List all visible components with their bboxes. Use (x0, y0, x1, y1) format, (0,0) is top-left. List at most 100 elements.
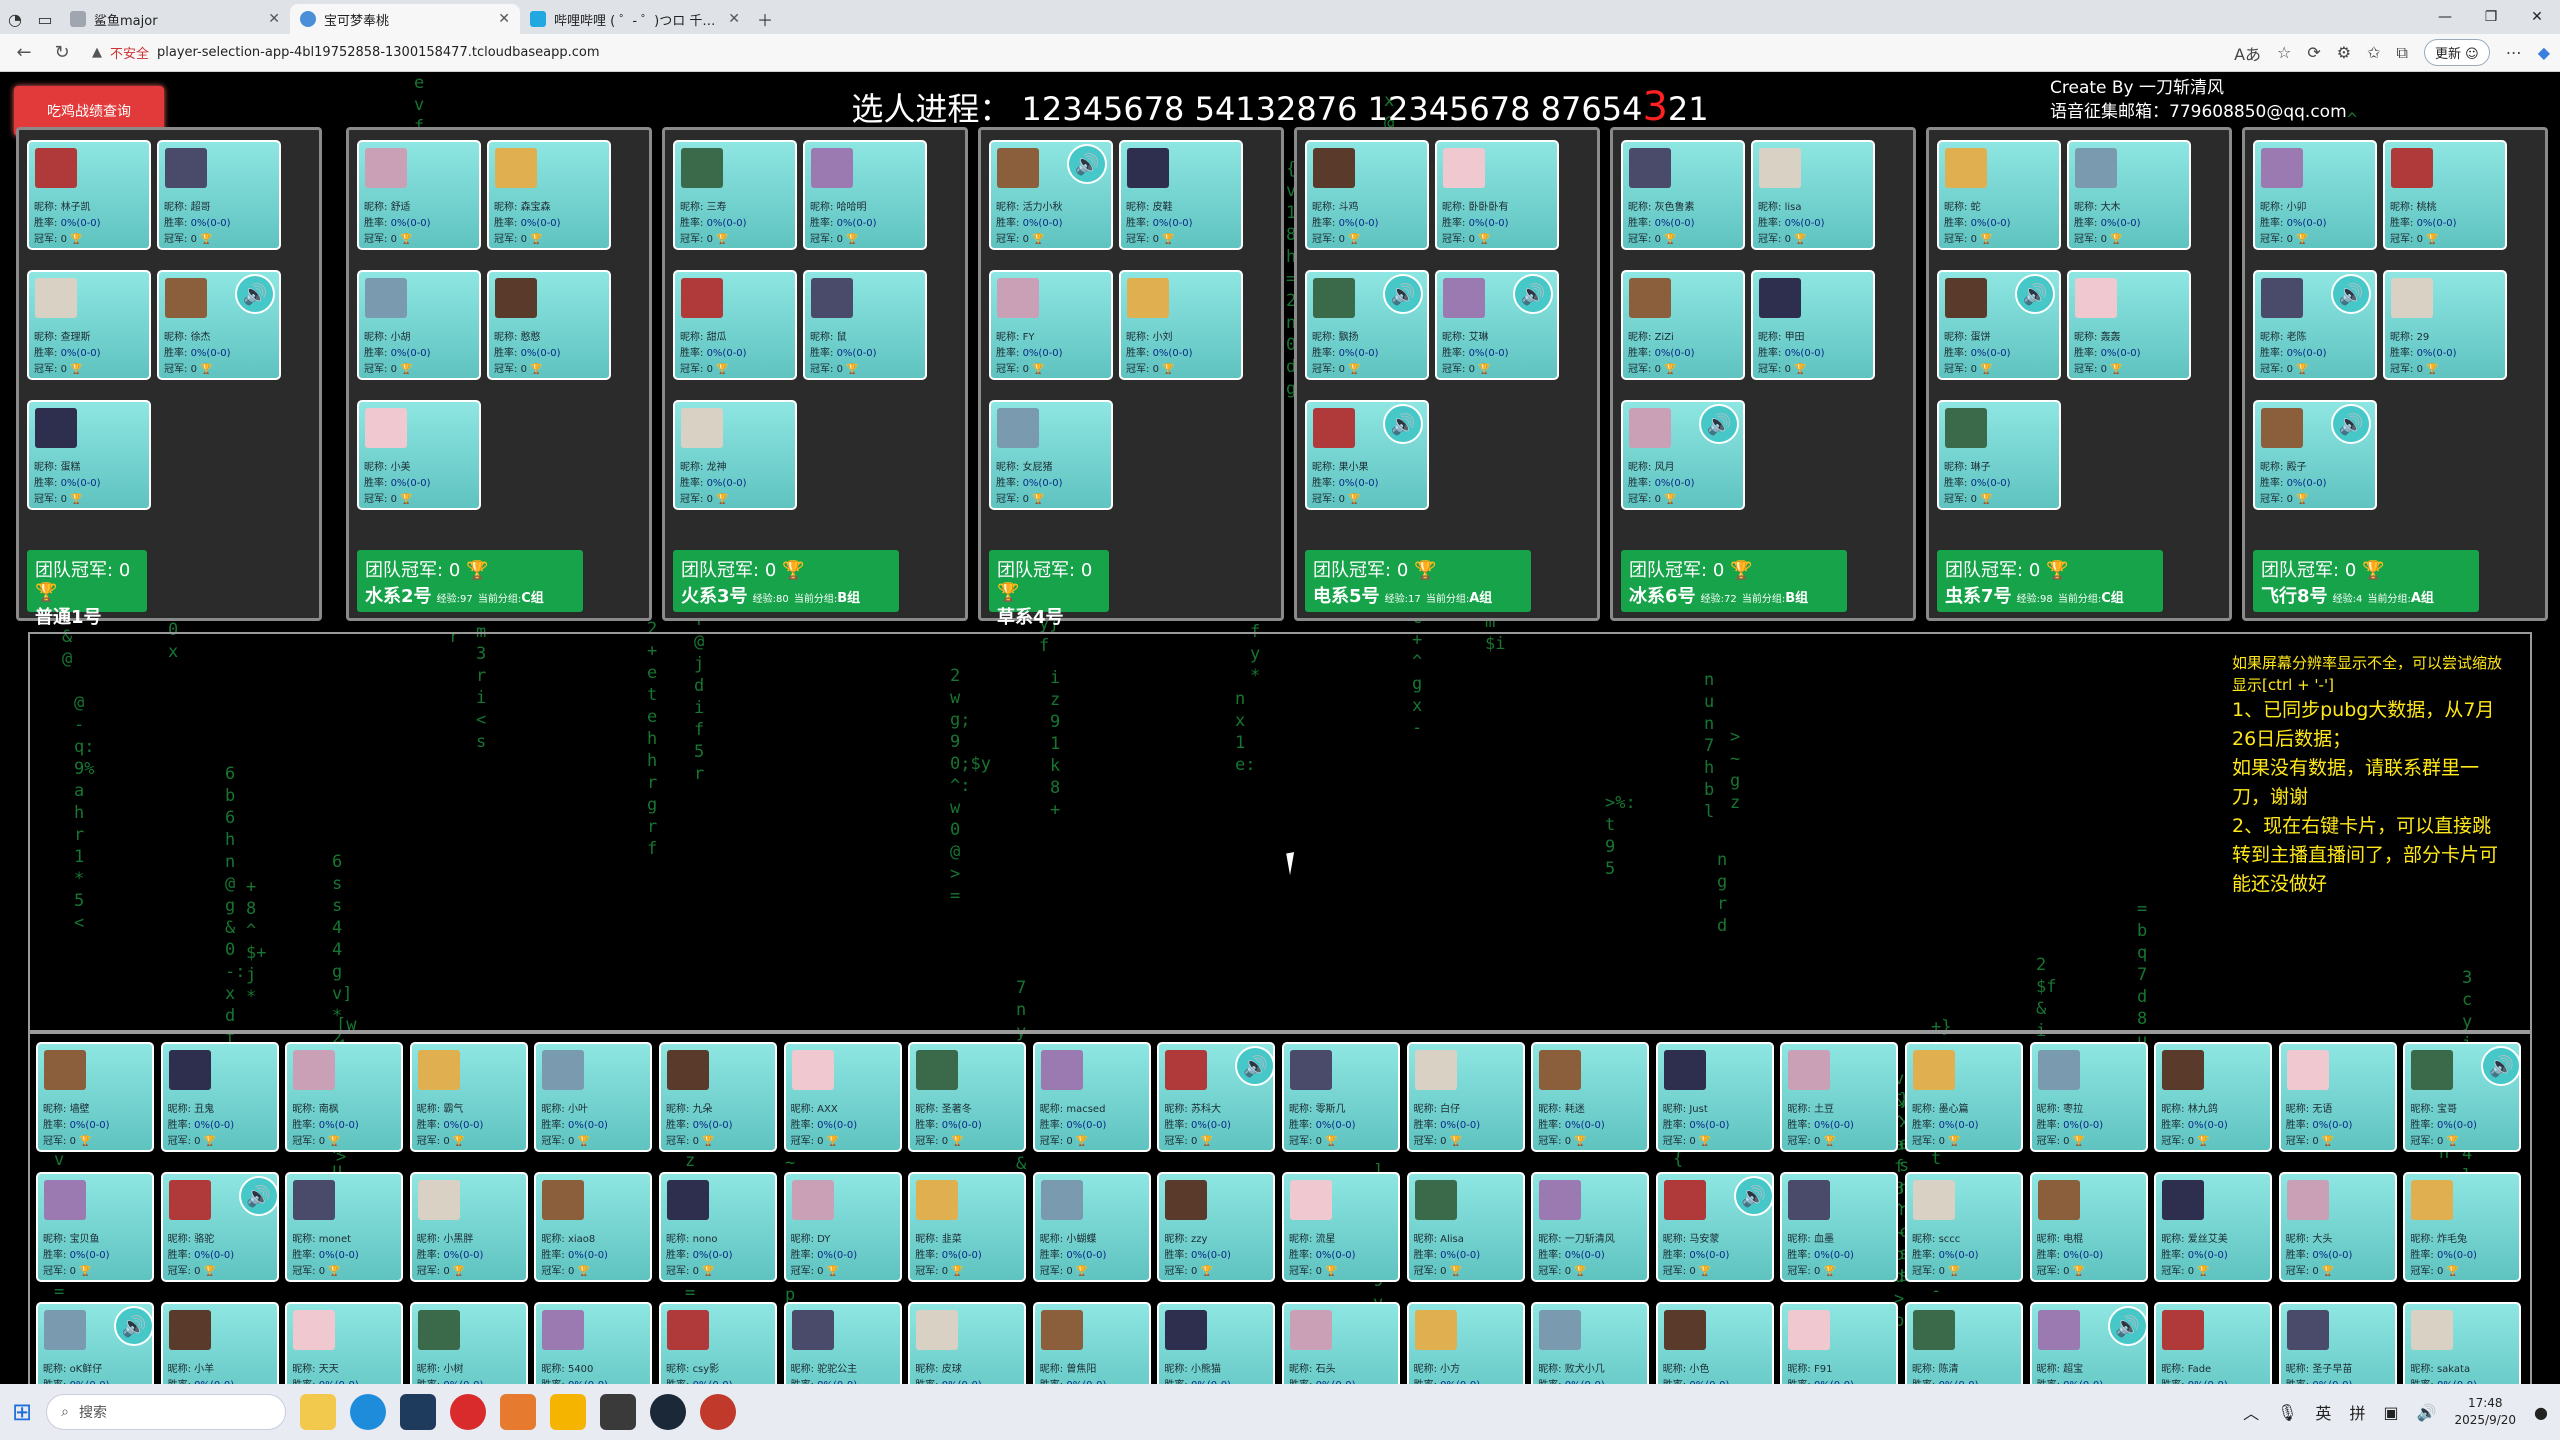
star-icon[interactable]: ☆ (2277, 43, 2291, 62)
player-card-team[interactable]: 昵称: 大木 胜率: 0%(0-0) 冠军: 0 🏆 (2067, 140, 2191, 250)
speaker-icon[interactable]: 🔊 (2331, 274, 2371, 314)
app-icon[interactable] (400, 1394, 437, 1430)
new-tab-icon[interactable]: ＋ (750, 4, 780, 34)
player-card-pool[interactable]: 昵称: F91胜率: 0%(0-0)冠军: 0 🏆 (1780, 1302, 1899, 1384)
speaker-icon[interactable]: 🔊 (1699, 404, 1739, 444)
player-card-pool[interactable]: 昵称: 陈清胜率: 0%(0-0)冠军: 0 🏆 (1905, 1302, 2023, 1384)
reload-icon[interactable]: ↻ (48, 39, 76, 67)
speaker-icon[interactable]: 🔊 (235, 274, 275, 314)
player-card-pool[interactable]: 昵称: 小羊胜率: 0%(0-0)冠军: 0 🏆 (160, 1302, 279, 1384)
player-card-team[interactable]: 昵称: 飘扬 胜率: 0%(0-0) 冠军: 0 🏆 🔊 (1305, 270, 1429, 380)
player-card-pool[interactable]: 昵称: 5400胜率: 0%(0-0)冠军: 0 🏆 (534, 1302, 653, 1384)
player-card-team[interactable]: 昵称: 超哥 胜率: 0%(0-0) 冠军: 0 🏆 (157, 140, 281, 250)
player-card-team[interactable]: 昵称: 徐杰 胜率: 0%(0-0) 冠军: 0 🏆 🔊 (157, 270, 281, 380)
windows-start-icon[interactable]: ⊞ (12, 1398, 32, 1426)
player-card-pool[interactable]: 昵称: 耗迷 胜率: 0%(0-0) 冠军: 0 🏆 (1531, 1042, 1650, 1152)
player-card-pool[interactable]: 昵称: 小熊猫胜率: 0%(0-0)冠军: 0 🏆 (1157, 1302, 1276, 1384)
player-card-pool[interactable]: 昵称: 小方胜率: 0%(0-0)冠军: 0 🏆 (1406, 1302, 1525, 1384)
ime-mode[interactable]: 拼 (2349, 1400, 2365, 1424)
player-card-pool[interactable]: 昵称: AXX 胜率: 0%(0-0) 冠军: 0 🏆 (783, 1042, 902, 1152)
player-card-team[interactable]: 昵称: 蛇胜率: 0%(0-0) 冠军: 0 🏆 (1937, 140, 2061, 250)
clock[interactable]: 17:48 2025/9/20 (2455, 1395, 2517, 1429)
player-card-pool[interactable]: 昵称: zzy 胜率: 0%(0-0) 冠军: 0 🏆 (1157, 1172, 1276, 1282)
player-card-pool[interactable]: 昵称: nono 胜率: 0%(0-0) 冠军: 0 🏆 (659, 1172, 777, 1282)
notification-icon[interactable]: ● (2534, 1403, 2548, 1422)
player-card-pool[interactable]: 昵称: 小树胜率: 0%(0-0)冠军: 0 🏆 (409, 1302, 528, 1384)
player-card-pool[interactable]: 昵称: macsed 胜率: 0%(0-0) 冠军: 0 🏆 (1032, 1042, 1151, 1152)
player-card-team[interactable]: 昵称: 轰轰 胜率: 0%(0-0) 冠军: 0 🏆 (2067, 270, 2191, 380)
speaker-icon[interactable]: 🔊 (2015, 274, 2055, 314)
browser-tab-3[interactable]: 哔哩哔哩 ( ゜- ゜)つロ 千杯~-bilibili ✕ (520, 4, 750, 34)
speaker-icon[interactable]: 🔊 (1513, 274, 1553, 314)
app-icon[interactable] (550, 1394, 587, 1430)
speaker-icon[interactable]: 🔊 (1733, 1176, 1774, 1216)
player-card-team[interactable]: 昵称: FY 胜率: 0%(0-0) 冠军: 0 🏆 (989, 270, 1113, 380)
player-card-team[interactable]: 昵称: 小美 胜率: 0%(0-0) 冠军: 0 🏆 (357, 400, 481, 510)
player-card-pool[interactable]: 昵称: 韭菜 胜率: 0%(0-0) 冠军: 0 🏆 (908, 1172, 1027, 1282)
player-card-team[interactable]: 昵称: 甜瓜 胜率: 0%(0-0) 冠军: 0 🏆 (673, 270, 797, 380)
volume-icon[interactable]: 🔊 (2417, 1403, 2437, 1422)
player-card-pool[interactable]: 昵称: 土豆 胜率: 0%(0-0) 冠军: 0 🏆 (1780, 1042, 1899, 1152)
player-card-pool[interactable]: 昵称: 零斯几 胜率: 0%(0-0) 冠军: 0 🏆 (1282, 1042, 1400, 1152)
player-card-pool[interactable]: 昵称: 曾焦阳胜率: 0%(0-0)冠军: 0 🏆 (1032, 1302, 1151, 1384)
maximize-icon[interactable]: ❐ (2468, 0, 2514, 34)
app-icon[interactable] (700, 1394, 737, 1430)
chevron-up-icon[interactable]: ︿ (2243, 1400, 2259, 1424)
player-card-team[interactable]: 昵称: 小刘 胜率: 0%(0-0) 冠军: 0 🏆 (1119, 270, 1243, 380)
browser-tab-1[interactable]: 鲨鱼major ✕ (60, 4, 290, 34)
player-card-pool[interactable]: 昵称: monet 胜率: 0%(0-0) 冠军: 0 🏆 (285, 1172, 404, 1282)
player-card-team[interactable]: 昵称: 甲田 胜率: 0%(0-0) 冠军: 0 🏆 (1751, 270, 1875, 380)
refresh-page-icon[interactable]: ⟳ (2307, 43, 2320, 62)
steam-icon[interactable] (650, 1394, 687, 1430)
speaker-icon[interactable]: 🔊 (2331, 404, 2371, 444)
player-card-team[interactable]: 昵称: 风月 胜率: 0%(0-0) 冠军: 0 🏆 🔊 (1621, 400, 1745, 510)
player-card-team[interactable]: 昵称: 哈哈明 胜率: 0%(0-0) 冠军: 0 🏆 (803, 140, 927, 250)
player-card-pool[interactable]: 昵称: DY 胜率: 0%(0-0) 冠军: 0 🏆 (783, 1172, 902, 1282)
player-card-team[interactable]: 昵称: 老陈 胜率: 0%(0-0) 冠军: 0 🏆 🔊 (2253, 270, 2377, 380)
speaker-icon[interactable]: 🔊 (1067, 144, 1107, 184)
player-card-pool[interactable]: 昵称: csy影胜率: 0%(0-0)冠军: 0 🏆 (659, 1302, 777, 1384)
player-card-pool[interactable]: 昵称: 无语 胜率: 0%(0-0) 冠军: 0 🏆 (2278, 1042, 2397, 1152)
player-card-pool[interactable]: 昵称: sccc 胜率: 0%(0-0) 冠军: 0 🏆 (1905, 1172, 2023, 1282)
player-card-pool[interactable]: 昵称: 流星 胜率: 0%(0-0) 冠军: 0 🏆 (1282, 1172, 1400, 1282)
speaker-icon[interactable]: 🔊 (1235, 1046, 1276, 1086)
player-card-pool[interactable]: 昵称: 苏科大 胜率: 0%(0-0) 冠军: 0 🏆 🔊 (1157, 1042, 1276, 1152)
player-card-team[interactable]: 昵称: 蛋饼 胜率: 0%(0-0) 冠军: 0 🏆 🔊 (1937, 270, 2061, 380)
player-card-pool[interactable]: 昵称: Just 胜率: 0%(0-0) 冠军: 0 🏆 (1655, 1042, 1774, 1152)
player-card-team[interactable]: 昵称: 龙神 胜率: 0%(0-0) 冠军: 0 🏆 (673, 400, 797, 510)
tab-actions-icon[interactable]: ▭ (30, 4, 60, 34)
app-icon[interactable] (500, 1394, 537, 1430)
url-field[interactable]: ▲ 不安全 player-selection-app-4bl19752858-1… (86, 39, 2224, 67)
back-icon[interactable]: ← (10, 39, 38, 67)
player-card-pool[interactable]: 昵称: 电棍 胜率: 0%(0-0) 冠军: 0 🏆 (2029, 1172, 2148, 1282)
player-card-pool[interactable]: 昵称: 丑鬼 胜率: 0%(0-0) 冠军: 0 🏆 (160, 1042, 279, 1152)
taskbar-search[interactable]: ⌕ 搜索 (46, 1394, 287, 1430)
player-card-team[interactable]: 昵称: 琳子 胜率: 0%(0-0) 冠军: 0 🏆 (1937, 400, 2061, 510)
speaker-icon[interactable]: 🔊 (2107, 1306, 2148, 1346)
player-card-pool[interactable]: 昵称: 驼驼公主胜率: 0%(0-0)冠军: 0 🏆 (783, 1302, 902, 1384)
player-card-pool[interactable]: 昵称: Fade胜率: 0%(0-0)冠军: 0 🏆 (2154, 1302, 2273, 1384)
player-card-pool[interactable]: 昵称: 石头胜率: 0%(0-0)冠军: 0 🏆 (1282, 1302, 1400, 1384)
player-card-team[interactable]: 昵称: ZiZi 胜率: 0%(0-0) 冠军: 0 🏆 (1621, 270, 1745, 380)
speaker-icon[interactable]: 🔊 (2481, 1046, 2522, 1086)
translate-icon[interactable]: Aあ (2234, 41, 2261, 65)
speaker-icon[interactable]: 🔊 (1383, 274, 1423, 314)
app-icon[interactable] (600, 1394, 637, 1430)
netease-music-icon[interactable] (450, 1394, 487, 1430)
player-card-pool[interactable]: 昵称: 小黑胖 胜率: 0%(0-0) 冠军: 0 🏆 (409, 1172, 528, 1282)
player-card-team[interactable]: 昵称: 卧卧卧有 胜率: 0%(0-0) 冠军: 0 🏆 (1435, 140, 1559, 250)
player-card-team[interactable]: 昵称: 桃桃 胜率: 0%(0-0) 冠军: 0 🏆 (2383, 140, 2507, 250)
player-card-pool[interactable]: 昵称: 墙壁 胜率: 0%(0-0) 冠军: 0 🏆 (36, 1042, 154, 1152)
player-card-team[interactable]: 昵称: 斗鸡 胜率: 0%(0-0) 冠军: 0 🏆 (1305, 140, 1429, 250)
microphone-icon[interactable]: 🎙 (2277, 1403, 2297, 1422)
player-card-team[interactable]: 昵称: lisa 胜率: 0%(0-0) 冠军: 0 🏆 (1751, 140, 1875, 250)
player-card-team[interactable]: 昵称: 果小果 胜率: 0%(0-0) 冠军: 0 🏆 🔊 (1305, 400, 1429, 510)
close-icon[interactable]: ✕ (498, 11, 510, 27)
speaker-icon[interactable]: 🔊 (238, 1176, 279, 1216)
extensions-icon[interactable]: ⚙ (2337, 43, 2351, 62)
player-card-pool[interactable]: 昵称: 天天胜率: 0%(0-0)冠军: 0 🏆 (285, 1302, 404, 1384)
close-icon[interactable]: ✕ (268, 11, 280, 27)
favorites-icon[interactable]: ✩ (2367, 43, 2380, 62)
copilot-icon[interactable]: ◆ (2538, 43, 2550, 62)
update-button[interactable]: 更新 ☺ (2423, 39, 2490, 66)
